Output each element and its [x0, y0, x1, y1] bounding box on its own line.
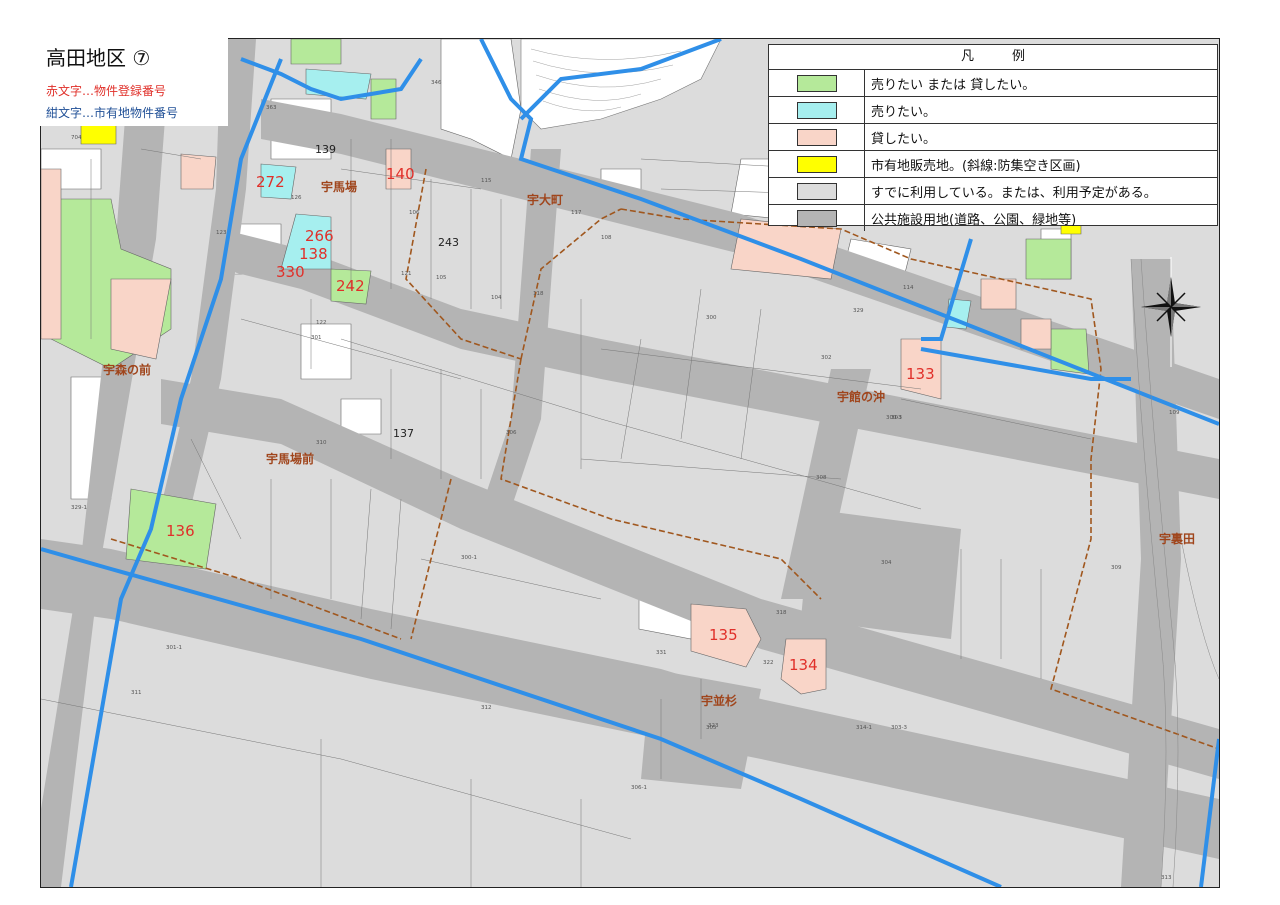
- parcel-label: 309: [1111, 565, 1122, 571]
- parcel-label: 108: [601, 235, 612, 241]
- registration-number: 242: [336, 277, 365, 295]
- parcel-label: 114: [903, 285, 914, 291]
- parcel-label: 106: [409, 210, 420, 216]
- registration-number: 266: [305, 227, 334, 245]
- registration-number: 135: [709, 626, 738, 644]
- parcel-label: 704: [71, 135, 82, 141]
- area-name-umaba: 宇馬場: [321, 179, 357, 194]
- registration-number: 140: [386, 165, 415, 183]
- legend-swatch: [796, 155, 837, 173]
- parcel-label: 346: [431, 80, 442, 86]
- parcel-label: 301: [311, 335, 322, 341]
- legend-title: 凡例: [769, 45, 1217, 70]
- legend-label: 市有地販売地。(斜線:防集空き区画): [871, 158, 1081, 174]
- legend-item-public-land: 公共施設用地(道路、公園、緑地等): [769, 205, 1217, 231]
- legend-item-sell-or-rent: 売りたい または 貸したい。: [769, 70, 1217, 97]
- parcel-label: 329-1: [71, 505, 87, 511]
- parcel-label: 318: [776, 610, 787, 616]
- city-property-number: 139: [315, 143, 336, 156]
- legend-item-city-land-sale: 市有地販売地。(斜線:防集空き区画): [769, 151, 1217, 178]
- parcel-label: 322: [763, 660, 774, 666]
- parcel-label: 104: [491, 295, 502, 301]
- legend-swatch: [796, 74, 837, 92]
- parcel-label: 310: [316, 440, 327, 446]
- parcel-label: 311: [131, 690, 142, 696]
- legend-label: 公共施設用地(道路、公園、緑地等): [871, 212, 1077, 228]
- area-name-tatenooki: 宇館の沖: [837, 389, 885, 404]
- registration-number: 272: [256, 173, 285, 191]
- registration-number: 330: [276, 263, 305, 281]
- note-registration-number: 赤文字…物件登録番号: [46, 84, 167, 98]
- parcel-label: 117: [571, 210, 582, 216]
- parcel-label: 303-3: [891, 725, 907, 731]
- map-title: 高田地区 ⑦: [46, 46, 151, 70]
- city-property-number: 137: [393, 427, 414, 440]
- legend-label: 売りたい または 貸したい。: [871, 77, 1036, 93]
- parcel-label: 105: [436, 275, 447, 281]
- registration-number: 134: [789, 656, 818, 674]
- legend-label: すでに利用している。または、利用予定がある。: [871, 185, 1157, 201]
- legend-item-in-use: すでに利用している。または、利用予定がある。: [769, 178, 1217, 205]
- legend-swatch: [796, 182, 837, 200]
- parcel-label: 331: [656, 650, 667, 656]
- registration-number: 138: [299, 245, 328, 263]
- parcel-label: 363: [266, 105, 277, 111]
- legend-label: 売りたい。: [871, 104, 937, 120]
- area-name-namisugi: 宇並杉: [701, 693, 737, 708]
- note-city-property-number: 紺文字…市有地物件番号: [46, 106, 179, 120]
- legend-label: 貸したい。: [871, 131, 937, 147]
- parcel-label: 118: [533, 291, 544, 297]
- parcel-label: 300-3: [886, 415, 902, 421]
- parcel-label: 306: [506, 430, 517, 436]
- parcel-label: 329: [853, 308, 864, 314]
- legend-swatch: [796, 128, 837, 146]
- legend: 凡例 売りたい または 貸したい。 売りたい。 貸したい。 市有地販売地。(斜線…: [768, 44, 1218, 231]
- registration-number: 136: [166, 522, 195, 540]
- parcel-label: 302: [821, 355, 832, 361]
- parcel-label: 126: [291, 195, 302, 201]
- legend-item-sell: 売りたい。: [769, 97, 1217, 124]
- parcel-label: 115: [481, 178, 492, 184]
- parcel-label: 306-1: [631, 785, 647, 791]
- parcel-label: 313: [1161, 875, 1172, 881]
- legend-swatch: [796, 101, 837, 119]
- legend-item-rent: 貸したい。: [769, 124, 1217, 151]
- registration-number: 133: [906, 365, 935, 383]
- parcel-label: 109: [1169, 410, 1180, 416]
- parcel-label: 121: [401, 271, 412, 277]
- area-name-morinomae: 宇森の前: [103, 362, 151, 377]
- parcel-label: 123: [216, 230, 227, 236]
- parcel-label: 323: [708, 723, 719, 729]
- legend-swatch: [796, 209, 837, 227]
- city-property-number: 243: [438, 236, 459, 249]
- area-name-umabamae: 宇馬場前: [266, 451, 314, 466]
- parcel-label: 122: [316, 320, 327, 326]
- parcel-label: 301-1: [166, 645, 182, 651]
- parcel-label: 300-1: [461, 555, 477, 561]
- parcel-label: 300: [706, 315, 717, 321]
- area-name-omachi: 宇大町: [527, 192, 563, 207]
- area-name-urata: 宇裏田: [1159, 531, 1195, 546]
- parcel-label: 304: [881, 560, 892, 566]
- parcel-label: 308: [816, 475, 827, 481]
- map-title-panel: 高田地区 ⑦ 赤文字…物件登録番号 紺文字…市有地物件番号: [40, 38, 228, 126]
- parcel-label: 312: [481, 705, 492, 711]
- parcel-label: 314-1: [856, 725, 872, 731]
